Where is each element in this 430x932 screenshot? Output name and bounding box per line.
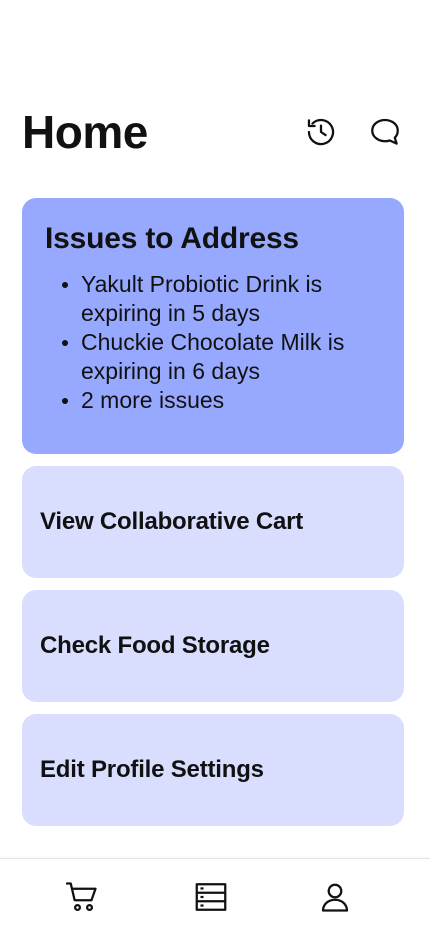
bottom-nav: [0, 858, 430, 932]
nav-food-storage[interactable]: [191, 877, 231, 917]
header: Home: [22, 104, 404, 160]
history-icon: [307, 118, 335, 146]
check-food-storage-button[interactable]: Check Food Storage: [22, 590, 404, 702]
cart-icon: [65, 882, 97, 912]
issues-card[interactable]: Issues to Address Yakult Probiotic Drink…: [22, 198, 404, 454]
issue-item: Yakult Probiotic Drink is expiring in 5 …: [62, 270, 382, 328]
issues-list: Yakult Probiotic Drink is expiring in 5 …: [45, 270, 382, 415]
view-collaborative-cart-button[interactable]: View Collaborative Cart: [22, 466, 404, 578]
chat-bubble-icon: [371, 118, 399, 145]
nav-profile[interactable]: [315, 877, 355, 917]
edit-profile-settings-label: Edit Profile Settings: [40, 756, 264, 783]
issue-item: Chuckie Chocolate Milk is expiring in 6 …: [62, 328, 382, 386]
page-title: Home: [22, 106, 148, 158]
edit-profile-settings-button[interactable]: Edit Profile Settings: [22, 714, 404, 826]
history-button[interactable]: [302, 113, 340, 151]
nav-cart[interactable]: [62, 877, 102, 917]
home-screen: Home Issues to Address Yakult Probiotic …: [0, 0, 430, 932]
issue-item: 2 more issues: [62, 386, 382, 415]
profile-icon: [321, 883, 349, 912]
check-food-storage-label: Check Food Storage: [40, 632, 270, 659]
view-collaborative-cart-label: View Collaborative Cart: [40, 508, 304, 535]
chat-button[interactable]: [366, 113, 404, 151]
issues-title: Issues to Address: [45, 222, 299, 255]
header-actions: [302, 113, 404, 151]
storage-icon: [195, 883, 227, 911]
